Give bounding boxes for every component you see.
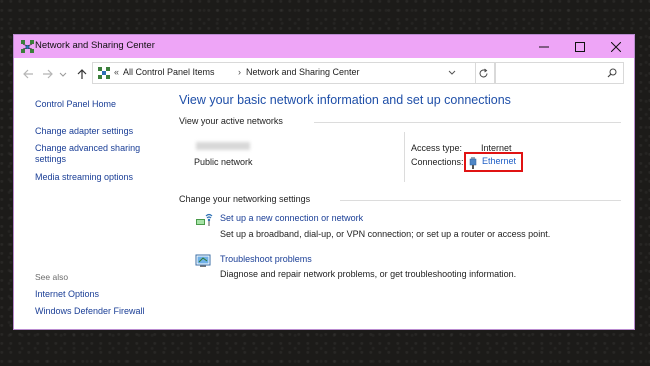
setup-connection-description: Set up a broadband, dial-up, or VPN conn… <box>220 229 551 239</box>
troubleshoot-icon <box>195 254 211 267</box>
change-settings-divider <box>340 200 621 201</box>
breadcrumb-separator[interactable]: › <box>238 67 241 77</box>
up-arrow-icon[interactable] <box>76 68 88 80</box>
navigation-bar: « All Control Panel Items › Network and … <box>14 58 634 88</box>
ethernet-connection-link[interactable]: Ethernet <box>482 156 516 166</box>
new-connection-icon <box>196 213 213 226</box>
search-icon <box>607 68 617 78</box>
connections-label: Connections: <box>411 157 464 167</box>
address-dropdown-button[interactable] <box>446 63 458 83</box>
network-type: Public network <box>194 157 253 167</box>
minimize-icon <box>539 46 549 47</box>
breadcrumb-all-control-panel-items[interactable]: All Control Panel Items <box>123 67 215 77</box>
see-also-windows-defender-firewall[interactable]: Windows Defender Firewall <box>35 306 145 317</box>
sidebar-change-adapter-settings[interactable]: Change adapter settings <box>35 126 133 137</box>
change-settings-label: Change your networking settings <box>179 194 311 204</box>
control-panel-icon <box>98 67 110 79</box>
active-networks-label: View your active networks <box>179 116 283 126</box>
forward-arrow-icon[interactable] <box>42 68 54 80</box>
title-bar[interactable]: Network and Sharing Center <box>14 35 634 58</box>
back-arrow-icon[interactable] <box>22 68 34 80</box>
troubleshoot-problems-description: Diagnose and repair network problems, or… <box>220 269 517 279</box>
page-title: View your basic network information and … <box>179 93 511 107</box>
sidebar-change-advanced-sharing-settings[interactable]: Change advanced sharing settings <box>35 143 153 165</box>
network-center-app-icon <box>21 40 34 53</box>
breadcrumb-overflow[interactable]: « <box>114 67 119 77</box>
search-input[interactable] <box>495 62 624 84</box>
window-title: Network and Sharing Center <box>35 40 155 51</box>
refresh-button[interactable] <box>473 62 495 84</box>
breadcrumb-network-sharing-center[interactable]: Network and Sharing Center <box>246 67 360 77</box>
see-also-internet-options[interactable]: Internet Options <box>35 289 99 300</box>
close-icon <box>611 41 621 52</box>
maximize-icon <box>575 41 585 52</box>
recent-locations-chevron-icon[interactable] <box>59 68 67 80</box>
minimize-button[interactable] <box>526 35 562 58</box>
access-type-label: Access type: <box>411 143 463 153</box>
network-properties-divider <box>404 132 405 182</box>
sidebar-control-panel-home[interactable]: Control Panel Home <box>35 99 116 110</box>
maximize-button[interactable] <box>562 35 598 58</box>
troubleshoot-problems-link[interactable]: Troubleshoot problems <box>220 254 312 264</box>
network-name-redacted <box>196 142 250 150</box>
address-bar[interactable]: « All Control Panel Items › Network and … <box>92 62 476 84</box>
see-also-label: See also <box>35 272 69 282</box>
refresh-icon <box>479 68 488 77</box>
sidebar-media-streaming-options[interactable]: Media streaming options <box>35 172 133 183</box>
setup-connection-link[interactable]: Set up a new connection or network <box>220 213 363 223</box>
chevron-down-icon <box>448 70 456 75</box>
ethernet-icon <box>469 157 477 169</box>
network-sharing-window: Network and Sharing Center « All Control… <box>13 34 635 330</box>
close-button[interactable] <box>598 35 634 58</box>
active-networks-divider <box>314 122 621 123</box>
